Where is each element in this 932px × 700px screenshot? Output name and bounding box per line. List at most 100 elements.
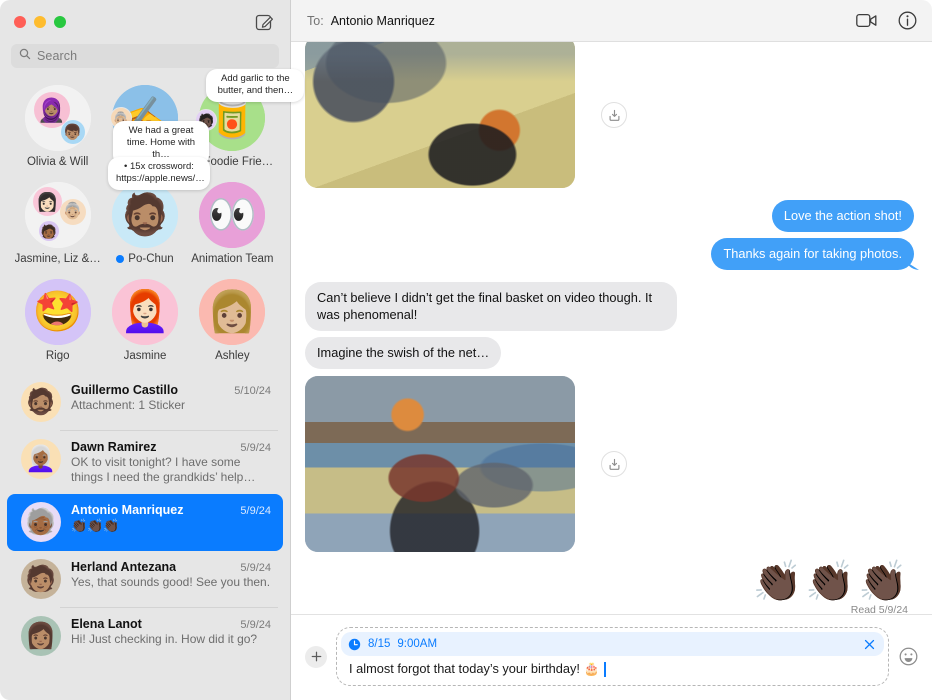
conversation-body: Herland Antezana 5/9/24 Yes, that sounds… [71,559,271,590]
conversation-body: Guillermo Castillo 5/10/24 Attachment: 1… [71,382,271,413]
message-input[interactable]: I almost forgot that today’s your birthd… [341,656,884,681]
pinned-item-po-chun[interactable]: 🧔🏽 • 15x crossword: https://apple.news/…… [101,157,210,265]
photo-attachment[interactable] [305,376,575,552]
conversation-preview: Attachment: 1 Sticker [71,398,186,412]
plus-icon[interactable] [305,645,327,668]
conversation-preview: Hi! Just checking in. How did it go? [71,632,258,646]
photo-image-wheelchair-basketball [305,42,575,188]
conversation-body: Antonio Manriquez 5/9/24 👏🏿👏🏿👏🏿 [71,502,271,533]
close-icon[interactable] [863,638,876,651]
pinned-label: Rigo [45,350,70,362]
pinned-item-jasmine[interactable]: 👩🏻‍🦰 Jasmine [101,279,188,362]
datetime-suggestion-chip[interactable]: 8/15 9:00AM [341,632,884,656]
conversation-name: Dawn Ramirez [71,440,157,454]
pinned-item-penpals[interactable]: ✍️ 👵🏼 We had a great time. Home with th…… [101,85,209,168]
video-camera-icon[interactable] [855,10,877,32]
sticker-row: 👏🏿 👏🏿 👏🏿 [305,562,914,602]
photo-attachment[interactable] [305,42,575,188]
read-receipt: Read 5/9/24 [850,604,908,614]
recipient-name[interactable]: Antonio Manriquez [331,14,435,28]
conversation-header: To: Antonio Manriquez [291,0,932,42]
pinned-label: Olivia & Will [26,156,89,168]
message-photo-1 [305,42,914,188]
chip-time: 9:00AM [397,638,438,650]
message-input-text: I almost forgot that today’s your birthd… [349,661,600,676]
close-window-button[interactable] [14,16,26,28]
conversation-preview: OK to visit tonight? I have some things … [71,455,244,484]
conversation-name: Herland Antezana [71,560,177,574]
pinned-item-rigo[interactable]: 🤩 Rigo [14,279,101,362]
conversation-body: Dawn Ramirez 5/9/24 OK to visit tonight?… [71,439,271,485]
emoji-smiley-icon[interactable] [898,647,918,667]
sidebar: Search 🧕🏽 👦🏽 Olivia & Will ✍️ 👵🏼 We had … [0,0,305,700]
sticker-clap-3[interactable]: 👏🏿 [858,562,908,602]
pinned-label: Jasmine, Liz &… [14,253,101,265]
message-row-outgoing-1: Love the action shot! [305,200,914,232]
pinned-item-ashley[interactable]: 👩🏼 Ashley [189,279,276,362]
compose-icon[interactable] [254,12,274,32]
avatar: 🧕🏽 👦🏽 [24,85,91,151]
minimize-window-button[interactable] [34,16,46,28]
traffic-light-controls [14,16,66,28]
message-row-incoming-2: Imagine the swish of the net… [305,337,914,369]
avatar: 🧑🏽 [21,559,61,599]
message-bubble-incoming[interactable]: Imagine the swish of the net… [305,337,502,369]
zoom-window-button[interactable] [54,16,66,28]
conversation-name: Guillermo Castillo [71,383,178,397]
conversation-date: 5/9/24 [240,562,271,574]
chip-date: 8/15 [368,638,391,650]
message-row-outgoing-2: Thanks again for taking photos. [305,238,914,270]
info-circle-icon[interactable] [896,10,918,32]
sticker-clap-1[interactable]: 👏🏿 [753,562,803,602]
conversation-date: 5/10/24 [234,385,271,397]
message-photo-2 [305,376,914,552]
pinned-item-animation-team[interactable]: 👀 Animation Team [189,182,276,265]
pinned-label: Ashley [215,350,250,362]
unread-dot-icon [116,255,125,263]
conversation-row-guillermo-castillo[interactable]: 🧔🏽 Guillermo Castillo 5/10/24 Attachment… [7,374,283,431]
download-icon[interactable] [601,451,627,477]
message-bubble-outgoing[interactable]: Love the action shot! [771,200,914,232]
photo-image-basketball-shot [305,376,575,552]
conversation-top-row: Dawn Ramirez 5/9/24 [71,440,271,454]
pinned-label: Animation Team [191,253,274,265]
text-caret [604,661,606,677]
avatar: 🧓🏾 [21,502,61,542]
search-placeholder: Search [37,49,78,63]
conversation-top-row: Herland Antezana 5/9/24 [71,560,271,574]
conversation-top-row: Elena Lanot 5/9/24 [71,617,271,631]
avatar: ✍️ 👵🏼 We had a great time. Home with th… [109,85,209,166]
message-bubble-incoming[interactable]: Can’t believe I didn’t get the final bas… [305,282,677,331]
sticker-clap-2[interactable]: 👏🏿 [805,562,855,602]
message-bubble-outgoing[interactable]: Thanks again for taking photos. [711,238,914,270]
message-thread[interactable]: Love the action shot! Thanks again for t… [291,42,932,614]
pinned-label: Jasmine [123,350,167,362]
pinned-preview-bubble: Add garlic to the butter, and then… [206,69,305,102]
to-label: To: [307,13,324,28]
pinned-item-olivia-will[interactable]: 🧕🏽 👦🏽 Olivia & Will [14,85,101,168]
search-input[interactable]: Search [11,44,279,68]
download-icon[interactable] [601,102,627,128]
conversation-row-antonio-manriquez[interactable]: 🧓🏾 Antonio Manriquez 5/9/24 👏🏿👏🏿👏🏿 [7,494,283,551]
conversation-preview: Yes, that sounds good! See you then. [71,575,271,589]
avatar: 👩🏻‍🦰 [111,279,178,345]
pinned-conversations: 🧕🏽 👦🏽 Olivia & Will ✍️ 👵🏼 We had a great… [0,69,305,368]
conversation-top-row: Guillermo Castillo 5/10/24 [71,383,271,397]
avatar: 👩🏾‍🦳 [21,439,61,479]
conversation-top-row: Antonio Manriquez 5/9/24 [71,503,271,517]
conversation-row-dawn-ramirez[interactable]: 👩🏾‍🦳 Dawn Ramirez 5/9/24 OK to visit ton… [7,430,283,494]
avatar: 🤩 [24,279,91,345]
pinned-label: Po-Chun [116,253,174,265]
conversation-row-elena-lanot[interactable]: 👩🏽 Elena Lanot 5/9/24 Hi! Just checking … [7,607,283,665]
title-bar [0,0,290,44]
conversation-list: 🧔🏽 Guillermo Castillo 5/10/24 Attachment… [0,368,290,700]
conversation-row-herland-antezana[interactable]: 🧑🏽 Herland Antezana 5/9/24 Yes, that sou… [7,551,283,608]
avatar: 👩🏽 [21,616,61,656]
message-row-incoming-1: Can’t believe I didn’t get the final bas… [305,282,914,331]
avatar: 🧔🏽 [21,382,61,422]
avatar: 🧔🏽 • 15x crossword: https://apple.news/… [107,157,210,248]
pinned-item-jasmine-liz[interactable]: 👩🏻 👵🏼 🧑🏾 Jasmine, Liz &… [14,182,101,265]
conversation-name: Elena Lanot [71,617,142,631]
message-input-shell[interactable]: 8/15 9:00AM I almost forgot that today’s… [336,627,889,686]
pinned-preview-bubble: • 15x crossword: https://apple.news/… [107,157,210,190]
